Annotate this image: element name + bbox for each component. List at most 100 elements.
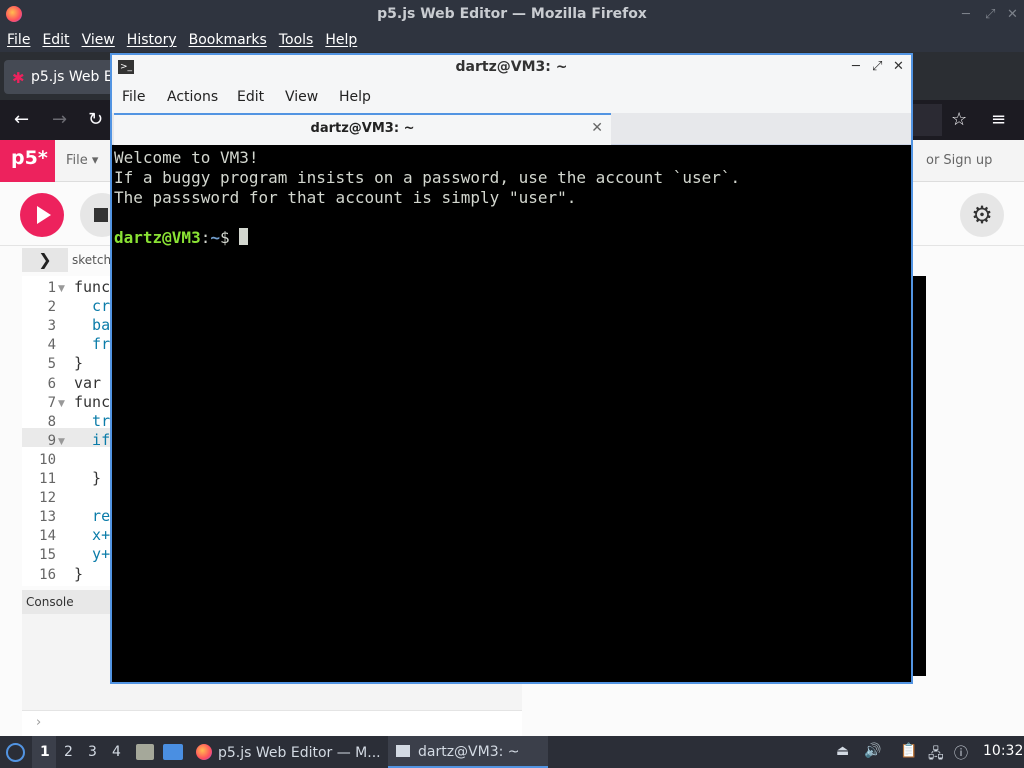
firefox-task-icon (196, 744, 212, 760)
prompt-separator: : (200, 228, 211, 247)
menu-view[interactable]: View (75, 30, 120, 48)
terminal-tab-label: dartz@VM3: ~ (310, 121, 415, 136)
sketch-file-tab[interactable]: sketch (72, 253, 111, 267)
prompt-symbol: $ (219, 228, 240, 247)
line-number: 4 (47, 337, 56, 354)
forward-icon[interactable]: → (52, 109, 67, 130)
url-bar[interactable] (912, 104, 942, 136)
line-number: 5 (47, 356, 56, 373)
file-manager-icon[interactable] (136, 744, 154, 760)
code-line: func (74, 278, 111, 296)
terminal-output[interactable]: Welcome to VM3! If a buggy program insist… (114, 146, 909, 680)
terminal-prompt-line: dartz@VM3:~$ (114, 228, 909, 248)
code-line: x+ (74, 526, 111, 545)
menu-tools[interactable]: Tools (272, 30, 319, 48)
terminal-close-icon[interactable]: ✕ (893, 59, 904, 74)
task-firefox-label: p5.js Web Editor — M... (218, 745, 381, 761)
terminal-line: If a buggy program insists on a password… (114, 168, 741, 187)
terminal-menu-edit[interactable]: Edit (237, 89, 264, 105)
workspace-3[interactable]: 3 (88, 744, 97, 760)
notification-icon[interactable]: ⓘ (954, 743, 968, 763)
code-line: re (74, 507, 111, 526)
menu-help[interactable]: Help (318, 30, 362, 48)
terminal-menu-file[interactable]: File (122, 89, 145, 105)
code-line: if (74, 430, 111, 449)
terminal-restore-icon[interactable]: ⤢ (872, 59, 882, 74)
code-line: } (74, 469, 102, 487)
terminal-title: dartz@VM3: ~ (455, 59, 568, 75)
code-line: y+ (74, 545, 111, 564)
play-button[interactable] (20, 193, 64, 237)
fold-arrow-icon[interactable]: ▼ (58, 399, 65, 409)
line-number: 12 (39, 490, 56, 507)
workspace-4[interactable]: 4 (112, 744, 121, 760)
p5-file-menu[interactable]: File ▾ (66, 153, 98, 168)
terminal-tab[interactable]: dartz@VM3: ~ ✕ (114, 113, 611, 145)
line-number: 16 (39, 566, 56, 583)
task-terminal[interactable]: dartz@VM3: ~ (388, 736, 548, 768)
line-number: 6 (47, 375, 56, 392)
fold-arrow-icon[interactable]: ▼ (58, 437, 65, 447)
start-menu-icon[interactable] (6, 743, 25, 762)
prompt-user: dartz@VM3 (114, 228, 201, 247)
code-line: fr (74, 335, 111, 354)
p5-logo[interactable]: p5* (0, 140, 55, 182)
maximize-icon[interactable]: ⤢ (985, 7, 995, 22)
fold-arrow-icon[interactable]: ▼ (58, 284, 65, 294)
back-icon[interactable]: ← (14, 109, 29, 130)
workspace-1[interactable]: 1 (40, 744, 50, 760)
console-input[interactable]: › (22, 710, 522, 736)
upload-icon[interactable]: ⏏ (836, 743, 849, 759)
hamburger-menu-icon[interactable]: ≡ (991, 109, 1006, 130)
prompt-path: ~ (210, 228, 220, 247)
minimize-icon[interactable]: ─ (962, 7, 970, 22)
clipboard-icon[interactable]: 📋 (900, 743, 917, 759)
line-number: 15 (39, 547, 56, 564)
line-number: 13 (39, 509, 56, 526)
line-number: 14 (39, 528, 56, 545)
sidebar-toggle-button[interactable]: ❯ (22, 248, 68, 272)
terminal-line: Welcome to VM3! (114, 148, 259, 167)
menu-edit[interactable]: Edit (35, 30, 74, 48)
task-firefox[interactable]: p5.js Web Editor — M... (192, 736, 382, 768)
clock[interactable]: 10:32 (983, 743, 1023, 759)
line-number: 7 (47, 394, 56, 411)
reload-icon[interactable]: ↻ (88, 109, 103, 130)
workspace-2[interactable]: 2 (64, 744, 73, 760)
code-line: var (74, 373, 102, 392)
terminal-titlebar: >_ dartz@VM3: ~ ─ ⤢ ✕ (112, 55, 911, 81)
code-line: cr (74, 297, 111, 316)
terminal-line: The passsword for that account is simply… (114, 188, 577, 207)
task-terminal-label: dartz@VM3: ~ (418, 744, 520, 760)
code-line: } (74, 564, 84, 583)
line-number: 2 (47, 299, 56, 316)
menu-bookmarks[interactable]: Bookmarks (182, 30, 272, 48)
terminal-menubar: File Actions Edit View Help (112, 81, 911, 113)
show-desktop-icon[interactable] (163, 744, 183, 760)
menu-file[interactable]: File (0, 30, 35, 48)
code-line: ba (74, 316, 111, 335)
line-number: 1 (47, 280, 56, 296)
terminal-menu-view[interactable]: View (285, 89, 318, 105)
terminal-menu-help[interactable]: Help (339, 89, 371, 105)
terminal-tab-close-icon[interactable]: ✕ (591, 120, 603, 136)
settings-gear-icon[interactable]: ⚙ (960, 193, 1004, 237)
terminal-cursor (239, 228, 249, 245)
firefox-menubar: File Edit View History Bookmarks Tools Help (0, 30, 1024, 52)
browser-tab[interactable]: ✱ p5.js Web Editor (4, 60, 124, 94)
bookmark-star-icon[interactable]: ☆ (951, 109, 967, 130)
window-title: p5.js Web Editor — Mozilla Firefox (377, 6, 647, 22)
line-number: 11 (39, 471, 56, 487)
menu-history[interactable]: History (120, 30, 182, 48)
terminal-window: >_ dartz@VM3: ~ ─ ⤢ ✕ File Actions Edit … (110, 53, 913, 684)
network-icon[interactable]: 🖧 (928, 743, 944, 767)
line-number: 8 (47, 413, 56, 430)
terminal-menu-actions[interactable]: Actions (167, 89, 218, 105)
terminal-tabbar: dartz@VM3: ~ ✕ (112, 113, 911, 145)
terminal-minimize-icon[interactable]: ─ (852, 59, 860, 74)
taskbar: 1 2 3 4 p5.js Web Editor — M... dartz@VM… (0, 736, 1024, 768)
signup-link[interactable]: or Sign up (926, 153, 992, 168)
volume-icon[interactable]: 🔊 (864, 743, 881, 759)
close-icon[interactable]: ✕ (1007, 7, 1018, 22)
